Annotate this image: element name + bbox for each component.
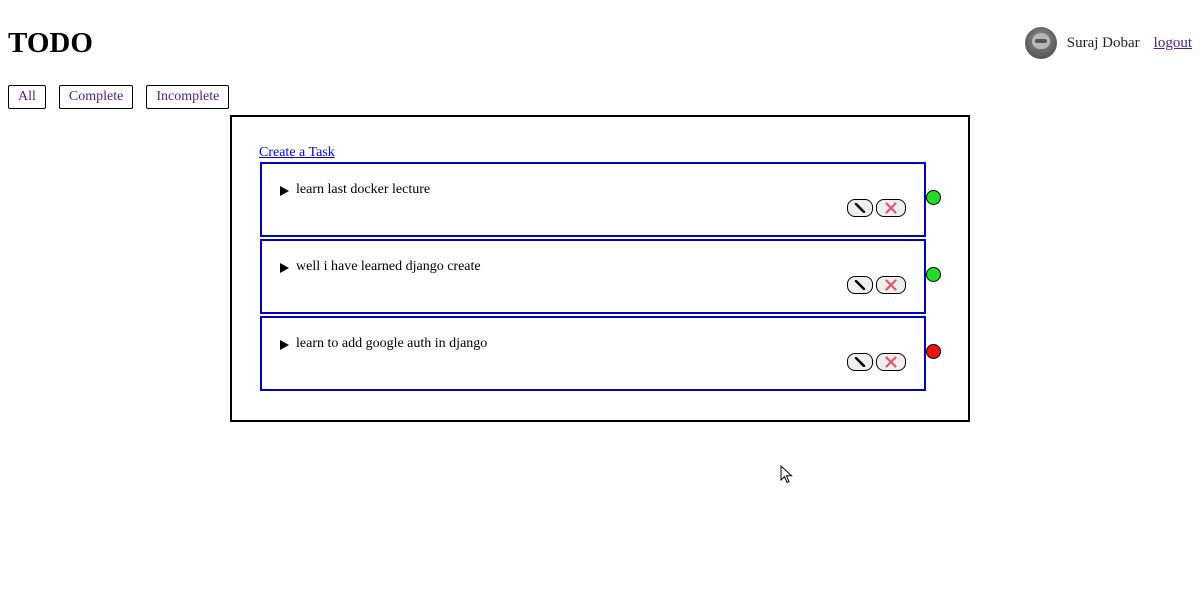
close-icon <box>885 356 897 368</box>
triangle-right-icon[interactable] <box>280 186 289 196</box>
delete-button[interactable] <box>876 353 906 371</box>
triangle-right-icon[interactable] <box>280 340 289 350</box>
pencil-icon <box>854 203 866 213</box>
status-indicator-incomplete <box>926 344 941 359</box>
filter-bar: All Complete Incomplete <box>8 85 242 109</box>
task-title: well i have learned django create <box>296 259 481 274</box>
task-card[interactable]: learn last docker lecture <box>260 162 926 237</box>
task-panel: Create a Task learn last docker lecture … <box>230 115 970 422</box>
logout-link[interactable]: logout <box>1154 35 1192 52</box>
user-area: Suraj Dobar logout <box>1024 27 1192 59</box>
app-title: TODO <box>8 27 93 59</box>
mouse-cursor-icon <box>780 465 793 484</box>
close-icon <box>885 202 897 214</box>
task-title: learn to add google auth in django <box>296 336 488 351</box>
status-indicator-complete <box>926 190 941 205</box>
avatar <box>1024 27 1057 59</box>
close-icon <box>885 279 897 291</box>
delete-button[interactable] <box>876 276 906 294</box>
create-task-link[interactable]: Create a Task <box>259 145 335 161</box>
task-title: learn last docker lecture <box>296 182 431 197</box>
user-name: Suraj Dobar <box>1066 34 1140 51</box>
edit-button[interactable] <box>847 353 873 371</box>
todo-page: TODO Suraj Dobar logout All Complete Inc… <box>0 0 1200 615</box>
task-card[interactable]: learn to add google auth in django <box>260 316 926 391</box>
filter-incomplete-button[interactable]: Incomplete <box>146 85 230 109</box>
delete-button[interactable] <box>876 199 906 217</box>
pencil-icon <box>854 280 866 290</box>
edit-button[interactable] <box>847 199 873 217</box>
triangle-right-icon[interactable] <box>280 263 289 273</box>
filter-all-button[interactable]: All <box>8 85 46 109</box>
edit-button[interactable] <box>847 276 873 294</box>
task-card[interactable]: well i have learned django create <box>260 239 926 314</box>
status-indicator-complete <box>926 267 941 282</box>
filter-complete-button[interactable]: Complete <box>58 85 134 109</box>
pencil-icon <box>854 357 866 367</box>
